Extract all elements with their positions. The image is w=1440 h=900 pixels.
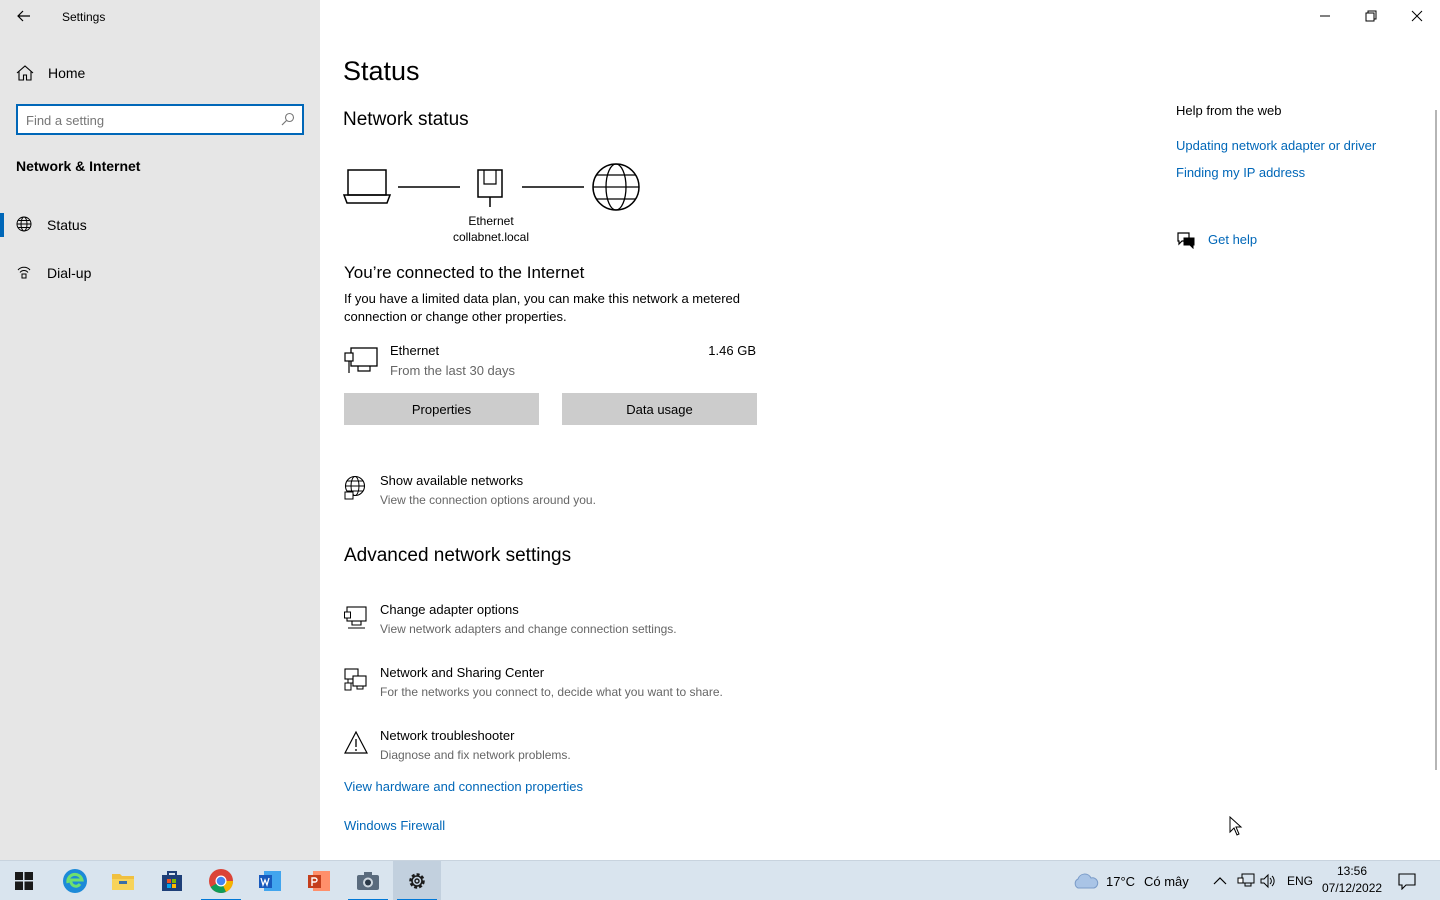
- sidebar-item-label: Status: [47, 217, 87, 233]
- data-usage-button[interactable]: Data usage: [562, 393, 757, 425]
- page-title: Status: [343, 56, 420, 86]
- troubleshooter-desc: Diagnose and fix network problems.: [380, 748, 571, 762]
- mouse-cursor-icon: [1229, 816, 1243, 836]
- gear-icon: [409, 873, 425, 889]
- advanced-settings-heading: Advanced network settings: [344, 545, 572, 566]
- diagram-domain-label: collabnet.local: [452, 230, 530, 244]
- network-status-heading: Network status: [343, 109, 469, 130]
- change-adapter-option[interactable]: Change adapter options View network adap…: [344, 602, 844, 646]
- powerpoint-icon: [308, 871, 330, 891]
- restore-icon: [1365, 10, 1377, 22]
- word-icon: [259, 871, 281, 891]
- volume-icon[interactable]: [1260, 873, 1276, 889]
- connection-status-desc: If you have a limited data plan, you can…: [344, 291, 740, 324]
- dialup-icon: [17, 266, 31, 279]
- notification-icon[interactable]: [1398, 872, 1416, 890]
- sharing-icon: [344, 668, 367, 691]
- sidebar-item-status[interactable]: Status: [0, 207, 320, 243]
- sidebar-item-label: Dial-up: [47, 265, 92, 281]
- category-heading: Network & Internet: [16, 158, 141, 174]
- active-indicator: [0, 213, 4, 237]
- show-networks-desc: View the connection options around you.: [380, 493, 596, 507]
- home-label: Home: [48, 65, 86, 81]
- taskbar-settings[interactable]: [393, 861, 441, 900]
- laptop-icon: [343, 169, 392, 204]
- home-icon: [16, 65, 34, 81]
- show-networks-option[interactable]: Show available networks View the connect…: [344, 473, 844, 517]
- minimize-button[interactable]: [1302, 0, 1348, 32]
- start-button[interactable]: [0, 861, 48, 900]
- camera-icon: [357, 872, 379, 890]
- ethernet-port-icon: [477, 169, 503, 207]
- close-icon: [1411, 10, 1423, 22]
- chrome-icon: [209, 869, 233, 893]
- warning-icon: [344, 730, 368, 754]
- network-tray-icon[interactable]: [1237, 873, 1255, 889]
- back-arrow-icon: [17, 10, 30, 22]
- properties-button[interactable]: Properties: [344, 393, 539, 425]
- close-button[interactable]: [1394, 0, 1440, 32]
- cloud-icon[interactable]: [1072, 873, 1100, 889]
- ethernet-adapter-icon: [344, 347, 378, 373]
- help-link-ip[interactable]: Finding my IP address: [1176, 165, 1305, 180]
- taskbar: 17°C Có mây ENG 13:56 07/12/2022: [0, 860, 1440, 900]
- home-nav-item[interactable]: Home: [0, 58, 320, 88]
- language-indicator[interactable]: ENG: [1287, 874, 1313, 888]
- folder-icon: [112, 874, 134, 890]
- change-adapter-title: Change adapter options: [380, 602, 519, 617]
- get-help-icon: [1177, 232, 1195, 249]
- ethernet-name: Ethernet: [390, 343, 440, 358]
- help-link-adapter[interactable]: Updating network adapter or driver: [1176, 138, 1376, 153]
- edge-icon: [63, 869, 87, 893]
- ethernet-usage: 1.46 GB: [708, 343, 756, 358]
- sharing-center-title: Network and Sharing Center: [380, 665, 545, 680]
- chevron-up-icon[interactable]: [1213, 876, 1227, 886]
- internet-globe-icon: [592, 163, 640, 211]
- taskbar-chrome[interactable]: [197, 861, 245, 900]
- sidebar: Settings Home Network & Internet Status …: [0, 0, 320, 860]
- show-networks-title: Show available networks: [380, 473, 524, 488]
- globe-icon: [16, 216, 32, 232]
- help-heading: Help from the web: [1176, 103, 1282, 118]
- troubleshooter-option[interactable]: Network troubleshooter Diagnose and fix …: [344, 728, 844, 772]
- restore-button[interactable]: [1348, 0, 1394, 32]
- clock-time[interactable]: 13:56: [1322, 864, 1382, 878]
- search-input[interactable]: [26, 111, 266, 129]
- clock-date[interactable]: 07/12/2022: [1322, 881, 1382, 895]
- ethernet-period: From the last 30 days: [390, 363, 515, 378]
- store-icon: [162, 871, 182, 891]
- change-adapter-desc: View network adapters and change connect…: [380, 622, 677, 636]
- taskbar-edge[interactable]: [51, 861, 99, 900]
- weather-temp[interactable]: 17°C: [1106, 874, 1135, 889]
- taskbar-word[interactable]: [246, 861, 294, 900]
- taskbar-file-explorer[interactable]: [99, 861, 147, 900]
- taskbar-camera[interactable]: [344, 861, 392, 900]
- get-help-link[interactable]: Get help: [1208, 232, 1257, 247]
- connection-status-title: You’re connected to the Internet: [344, 263, 585, 282]
- scrollbar[interactable]: [1435, 110, 1437, 770]
- taskbar-store[interactable]: [148, 861, 196, 900]
- diagram-adapter-label: Ethernet: [468, 214, 514, 228]
- app-title: Settings: [62, 10, 106, 24]
- sharing-center-desc: For the networks you connect to, decide …: [380, 685, 723, 699]
- weather-desc[interactable]: Có mây: [1144, 874, 1189, 889]
- globe-network-icon: [344, 475, 366, 500]
- minimize-icon: [1320, 15, 1330, 17]
- sidebar-item-dialup[interactable]: Dial-up: [0, 255, 320, 291]
- taskbar-powerpoint[interactable]: [295, 861, 343, 900]
- windows-logo-icon: [15, 872, 33, 890]
- adapter-icon: [344, 606, 367, 629]
- troubleshooter-title: Network troubleshooter: [380, 728, 515, 743]
- hardware-properties-link[interactable]: View hardware and connection properties: [344, 779, 583, 794]
- search-box[interactable]: [16, 104, 304, 135]
- back-button[interactable]: [12, 5, 36, 27]
- sharing-center-option[interactable]: Network and Sharing Center For the netwo…: [344, 665, 844, 709]
- search-icon[interactable]: [281, 112, 295, 126]
- windows-firewall-link[interactable]: Windows Firewall: [344, 818, 445, 833]
